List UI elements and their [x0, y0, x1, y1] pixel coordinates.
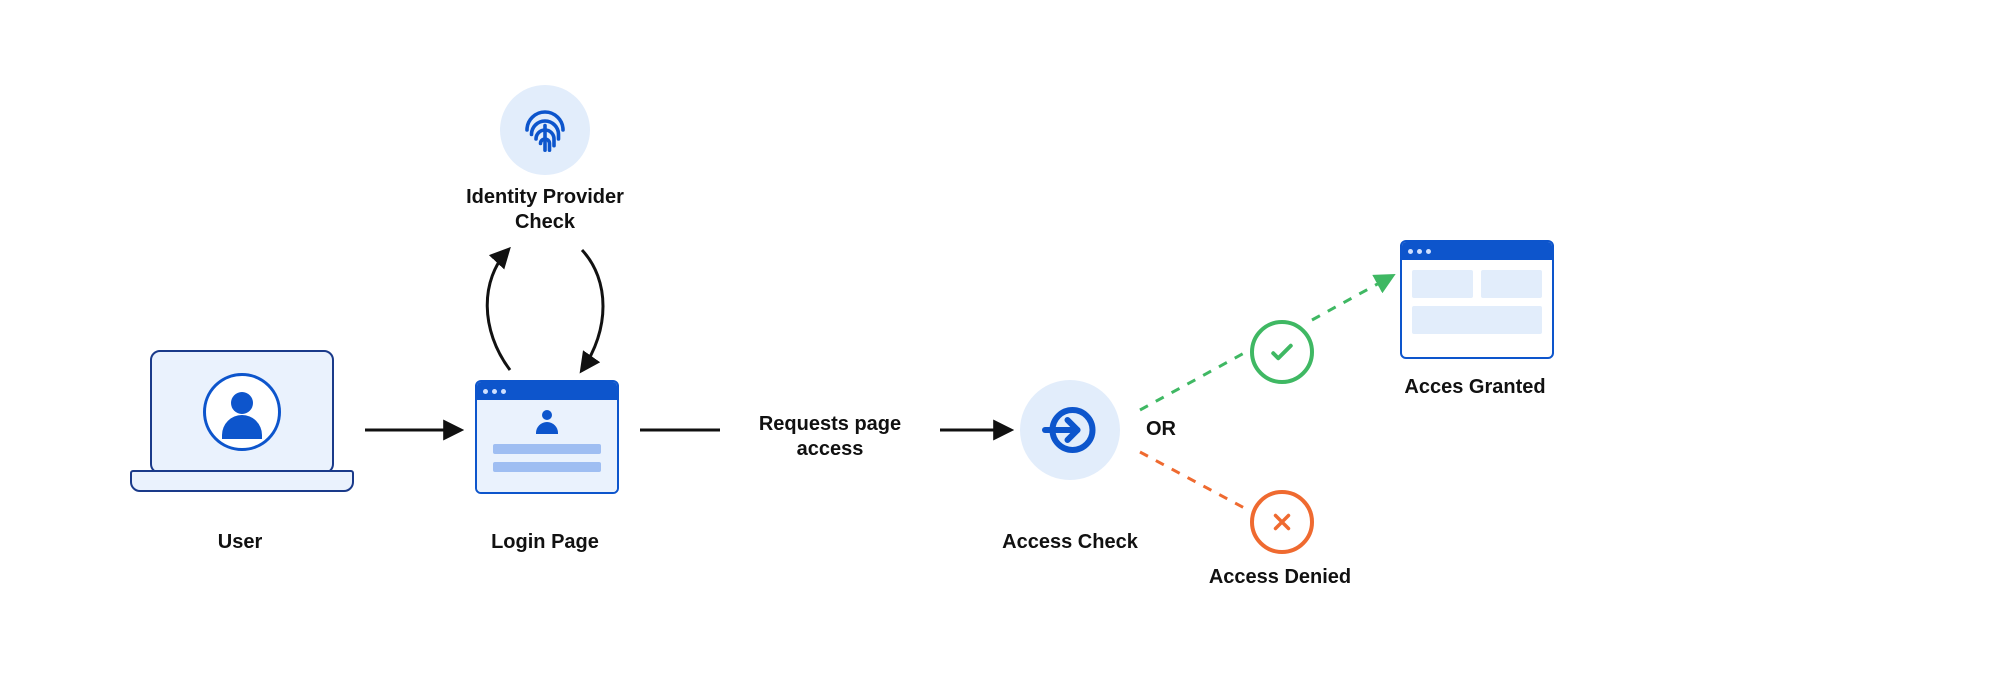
checkmark-icon — [1250, 320, 1314, 384]
laptop-screen — [150, 350, 334, 474]
fingerprint-icon — [518, 103, 572, 157]
arrow-login-to-idp — [487, 250, 510, 370]
auth-flow-diagram: User Login Page Identity Provider Check — [0, 0, 1999, 692]
window-titlebar-icon — [1402, 242, 1552, 260]
cross-icon — [1250, 490, 1314, 554]
diagram-connectors — [0, 0, 1999, 692]
access-granted-node — [1400, 240, 1554, 359]
access-denied-label: Access Denied — [1200, 565, 1360, 590]
login-password-field-icon — [493, 462, 601, 472]
login-username-field-icon — [493, 444, 601, 454]
arrow-to-granted — [1312, 276, 1392, 320]
window-titlebar-icon — [477, 382, 617, 400]
connector-to-check — [1140, 352, 1246, 410]
connector-to-denied — [1140, 452, 1248, 510]
or-label: OR — [1146, 418, 1176, 441]
login-avatar-icon — [534, 410, 560, 436]
access-check-label: Access Check — [990, 530, 1150, 555]
login-page-label: Login Page — [455, 530, 635, 555]
user-node — [130, 350, 350, 500]
requests-page-access-label: Requests page access — [730, 412, 930, 462]
login-arrow-icon — [1040, 400, 1100, 460]
user-label: User — [130, 530, 350, 555]
login-page-node — [475, 380, 619, 494]
access-check-node — [1020, 380, 1120, 480]
arrow-idp-to-login — [582, 250, 603, 370]
laptop-base — [130, 470, 354, 492]
identity-provider-node — [500, 85, 590, 175]
identity-provider-label: Identity Provider Check — [445, 185, 645, 235]
user-avatar-icon — [203, 373, 281, 451]
access-granted-label: Acces Granted — [1390, 375, 1560, 400]
